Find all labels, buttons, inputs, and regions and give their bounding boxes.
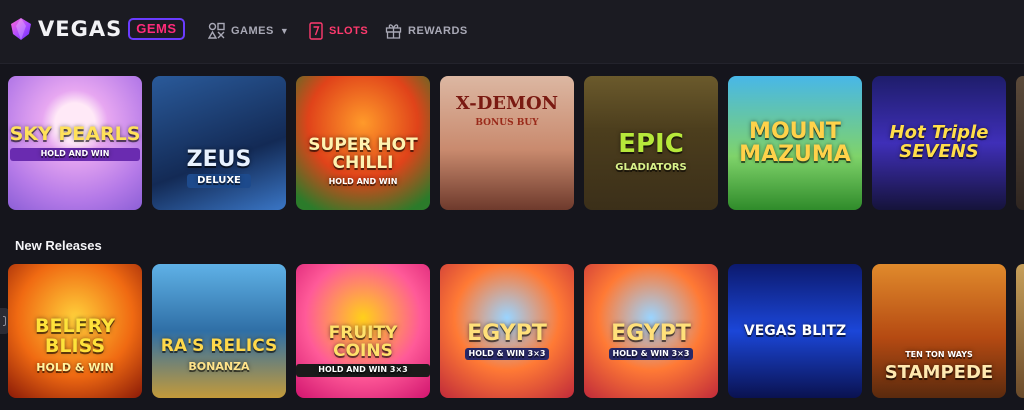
- game-tile-hot-triple-sevens[interactable]: Hot Triple SEVENS: [872, 76, 1006, 210]
- game-title: EGYPT HOLD & WIN 3×3: [608, 320, 694, 361]
- game-subtitle: HOLD AND WIN: [328, 177, 398, 187]
- game-title: EPIC GLADIATORS: [611, 128, 691, 176]
- game-title-text: STAMPEDE: [884, 361, 994, 383]
- game-title-text: FRUITY COINS: [328, 323, 398, 362]
- game-subtitle: BONUS BUY: [475, 118, 539, 129]
- game-tile-egypt-alt[interactable]: EGYPT HOLD & WIN 3×3: [584, 264, 718, 398]
- new-releases-row: BELFRY BLISS HOLD & WIN RA'S RELICS BONA…: [8, 264, 1024, 398]
- game-title-text: SKY PEARLS: [9, 123, 141, 146]
- game-title: VEGAS BLITZ: [743, 322, 847, 339]
- vegas-gems-logo[interactable]: VEGAS GEMS: [8, 16, 185, 42]
- game-subtitle: DELUXE: [186, 173, 252, 189]
- game-tile-partial[interactable]: [1016, 264, 1024, 398]
- game-tile-epic-gladiators[interactable]: EPIC GLADIATORS: [584, 76, 718, 210]
- game-title-text: VEGAS BLITZ: [743, 322, 847, 339]
- game-title-text: EPIC: [618, 128, 684, 159]
- logo-badge: GEMS: [128, 18, 185, 40]
- game-tile-egypt[interactable]: EGYPT HOLD & WIN 3×3: [440, 264, 574, 398]
- game-tile-stampede[interactable]: TEN TON WAYS STAMPEDE: [872, 264, 1006, 398]
- game-title-text: MOUNT MAZUMA: [739, 118, 851, 167]
- nav-games-label: GAMES: [231, 24, 274, 37]
- game-subtitle: BONANZA: [188, 359, 250, 373]
- game-subtitle: HOLD AND WIN: [9, 148, 141, 161]
- shapes-icon: [208, 22, 225, 39]
- game-title: SUPER HOT CHILLI HOLD AND WIN: [296, 137, 430, 188]
- game-title-text: EGYPT: [611, 320, 691, 346]
- nav-slots[interactable]: SLOTS: [309, 22, 368, 40]
- game-tile-zeus-deluxe[interactable]: ZEUS DELUXE: [152, 76, 286, 210]
- section-title-new-releases: New Releases: [15, 238, 102, 253]
- chevron-down-icon: ▼: [279, 25, 290, 36]
- game-title: RA'S RELICS BONANZA: [160, 335, 278, 374]
- logo-text: VEGAS: [38, 17, 123, 41]
- game-title-text: SUPER HOT CHILLI: [308, 135, 418, 174]
- nav-rewards[interactable]: REWARDS: [385, 22, 468, 39]
- game-title: ZEUS DELUXE: [186, 146, 252, 189]
- featured-games-row: SKY PEARLS HOLD AND WIN ZEUS DELUXE SUPE…: [8, 76, 1024, 210]
- game-subtitle: HOLD & WIN 3×3: [464, 347, 550, 361]
- game-title: Hot Triple SEVENS: [872, 122, 1006, 162]
- game-title: EGYPT HOLD & WIN 3×3: [464, 320, 550, 361]
- game-title: FRUITY COINS HOLD AND WIN 3×3: [296, 323, 430, 377]
- game-subtitle: HOLD & WIN 3×3: [608, 347, 694, 361]
- game-tile-sky-pearls[interactable]: SKY PEARLS HOLD AND WIN: [8, 76, 142, 210]
- game-title-text: Hot Triple SEVENS: [889, 122, 989, 162]
- game-tile-partial[interactable]: [1016, 76, 1024, 210]
- game-subtitle: HOLD & WIN: [36, 360, 114, 374]
- nav-games[interactable]: GAMES ▼: [208, 22, 289, 39]
- gift-icon: [385, 24, 402, 39]
- game-tile-super-hot-chilli[interactable]: SUPER HOT CHILLI HOLD AND WIN: [296, 76, 430, 210]
- game-title: TEN TON WAYS STAMPEDE: [885, 349, 993, 382]
- game-tile-vegas-blitz[interactable]: VEGAS BLITZ: [728, 264, 862, 398]
- top-header: VEGAS GEMS GAMES ▼ SLOTS REWARDS: [0, 0, 1024, 64]
- nav-rewards-label: REWARDS: [408, 24, 468, 37]
- game-title: X-DEMON BONUS BUY: [455, 93, 559, 130]
- game-title-text: ZEUS: [186, 146, 252, 172]
- game-tile-fruity-coins[interactable]: FRUITY COINS HOLD AND WIN 3×3: [296, 264, 430, 398]
- game-tile-ras-relics[interactable]: RA'S RELICS BONANZA: [152, 264, 286, 398]
- game-title: BELFRY BLISS HOLD & WIN: [8, 314, 142, 375]
- game-title-text: BELFRY BLISS: [35, 314, 115, 357]
- nav-slots-label: SLOTS: [329, 25, 369, 37]
- game-subtitle: HOLD AND WIN 3×3: [296, 364, 430, 377]
- game-title-text: X-DEMON: [455, 93, 559, 115]
- game-title-text: EGYPT: [467, 320, 547, 346]
- game-subtitle: GLADIATORS: [615, 161, 687, 173]
- game-title: MOUNT MAZUMA: [728, 120, 862, 166]
- gem-icon: [11, 18, 31, 40]
- game-tile-mount-mazuma[interactable]: MOUNT MAZUMA: [728, 76, 862, 210]
- game-tile-x-demon[interactable]: X-DEMON BONUS BUY: [440, 76, 574, 210]
- game-title: SKY PEARLS HOLD AND WIN: [9, 123, 141, 161]
- game-subtitle: TEN TON WAYS: [905, 350, 973, 360]
- game-tile-belfry-bliss[interactable]: BELFRY BLISS HOLD & WIN: [8, 264, 142, 398]
- seven-icon: [309, 22, 323, 40]
- game-title-text: RA'S RELICS: [160, 335, 278, 356]
